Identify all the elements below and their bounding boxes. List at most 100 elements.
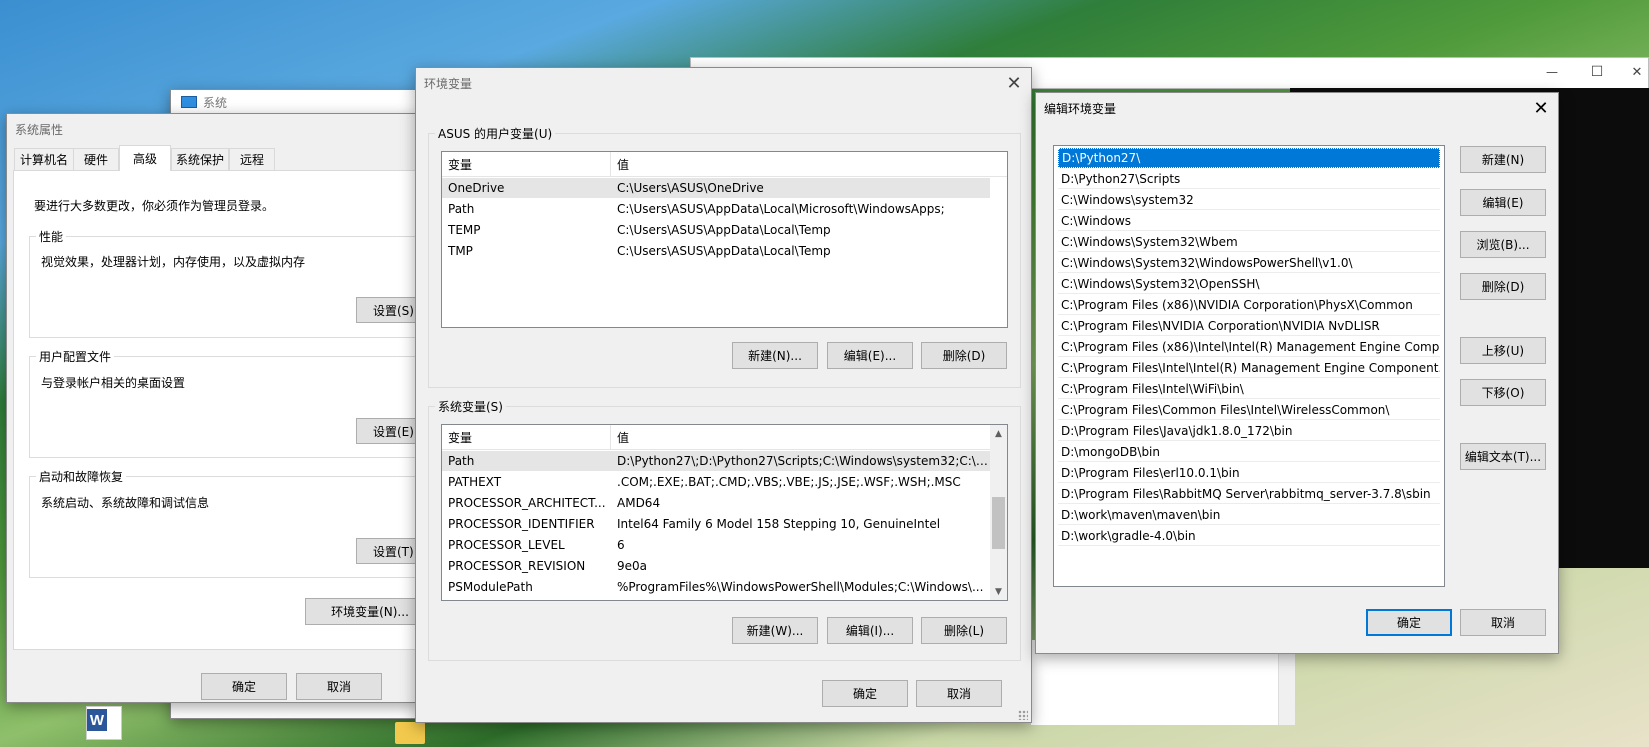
variable-value: 9e0a	[617, 559, 648, 573]
tab-advanced[interactable]: 高级	[119, 145, 171, 171]
edit-cancel-button[interactable]: 取消	[1460, 609, 1546, 636]
scroll-up-icon[interactable]: ▲	[990, 425, 1007, 442]
column-variable[interactable]: 变量	[442, 152, 611, 176]
path-item[interactable]: D:\Python27\Scripts	[1058, 169, 1440, 189]
variable-name: PROCESSOR_REVISION	[448, 559, 586, 573]
list-item[interactable]: TEMP C:\Users\ASUS\AppData\Local\Temp	[442, 220, 1007, 240]
edit-ok-button[interactable]: 确定	[1366, 609, 1452, 636]
path-item[interactable]: C:\Windows\System32\Wbem	[1058, 232, 1440, 252]
variable-name: PROCESSOR_LEVEL	[448, 538, 565, 552]
vertical-scrollbar[interactable]: ▲ ▼	[990, 425, 1007, 600]
variable-value: .COM;.EXE;.BAT;.CMD;.VBS;.VBE;.JS;.JSE;.…	[617, 475, 961, 489]
folder-icon	[395, 722, 425, 744]
startup-recovery-title: 启动和故障恢复	[36, 468, 127, 485]
path-item[interactable]: C:\Program Files\NVIDIA Corporation\NVID…	[1058, 316, 1440, 336]
system-window-title: 系统	[203, 96, 228, 110]
path-item[interactable]: D:\work\maven\maven\bin	[1058, 505, 1440, 525]
path-item[interactable]: C:\Windows\system32	[1058, 190, 1440, 210]
close-icon[interactable]: ✕	[1625, 62, 1649, 82]
user-variables-list[interactable]: 变量 值 OneDrive C:\Users\ASUS\OneDrive Path…	[441, 151, 1008, 328]
list-item[interactable]: PSModulePath %ProgramFiles%\WindowsPowerS…	[442, 577, 990, 597]
startup-recovery-desc: 系统启动、系统故障和调试信息	[41, 496, 210, 510]
variable-name: PROCESSOR_IDENTIFIER	[448, 517, 595, 531]
path-item[interactable]: C:\Program Files\Intel\Intel(R) Manageme…	[1058, 358, 1440, 378]
monitor-icon	[181, 96, 197, 108]
user-variables-title: ASUS 的用户变量(U)	[435, 125, 556, 142]
cancel-button[interactable]: 取消	[296, 673, 382, 700]
variable-value: C:\Users\ASUS\AppData\Local\Microsoft\Wi…	[617, 202, 945, 216]
path-item[interactable]: C:\Windows	[1058, 211, 1440, 231]
system-new-button[interactable]: 新建(W)...	[732, 617, 818, 644]
column-variable[interactable]: 变量	[442, 425, 611, 449]
minimize-icon[interactable]: —	[1540, 62, 1564, 82]
list-item[interactable]: TMP C:\Users\ASUS\AppData\Local\Temp	[442, 241, 1007, 261]
performance-desc: 视觉效果，处理器计划，内存使用，以及虚拟内存	[41, 255, 306, 269]
path-item[interactable]: C:\Program Files\Common Files\Intel\Wire…	[1058, 400, 1440, 420]
variable-name: OneDrive	[448, 181, 505, 195]
path-list[interactable]: D:\Python27\ D:\Python27\Scripts C:\Wind…	[1053, 145, 1445, 587]
user-profile-desc: 与登录帐户相关的桌面设置	[41, 376, 186, 390]
path-item[interactable]: D:\mongoDB\bin	[1058, 442, 1440, 462]
tab-computer-name[interactable]: 计算机名	[14, 148, 74, 170]
list-item[interactable]: PROCESSOR_REVISION 9e0a	[442, 556, 990, 576]
browse-button[interactable]: 浏览(B)...	[1460, 231, 1546, 258]
variable-value: Intel64 Family 6 Model 158 Stepping 10, …	[617, 517, 941, 531]
system-delete-button[interactable]: 删除(L)	[921, 617, 1007, 644]
path-item[interactable]: D:\Program Files\erl10.0.1\bin	[1058, 463, 1440, 483]
scroll-thumb[interactable]	[992, 497, 1005, 549]
column-value[interactable]: 值	[611, 425, 990, 449]
ok-button[interactable]: 确定	[201, 673, 287, 700]
tab-remote[interactable]: 远程	[229, 148, 275, 170]
list-item[interactable]: Path C:\Users\ASUS\AppData\Local\Microsof…	[442, 199, 1007, 219]
new-path-button[interactable]: 新建(N)	[1460, 146, 1546, 173]
system-edit-button[interactable]: 编辑(I)...	[827, 617, 913, 644]
variable-value: D:\Python27\;D:\Python27\Scripts;C:\Wind…	[617, 454, 990, 468]
variable-name: Path	[448, 454, 475, 468]
edit-text-button[interactable]: 编辑文本(T)...	[1460, 443, 1546, 470]
word-icon[interactable]: W	[86, 706, 122, 740]
variable-value: AMD64	[617, 496, 661, 510]
list-item[interactable]: PROCESSOR_LEVEL 6	[442, 535, 990, 555]
variable-value: 6	[617, 538, 625, 552]
scroll-down-icon[interactable]: ▼	[990, 583, 1007, 600]
path-item[interactable]: C:\Program Files\Intel\WiFi\bin\	[1058, 379, 1440, 399]
path-item[interactable]: D:\Python27\	[1058, 148, 1440, 168]
list-item[interactable]: Path D:\Python27\;D:\Python27\Scripts;C:\…	[442, 451, 990, 471]
variable-name: Path	[448, 202, 475, 216]
path-item[interactable]: C:\Program Files (x86)\NVIDIA Corporatio…	[1058, 295, 1440, 315]
variable-value: C:\Users\ASUS\AppData\Local\Temp	[617, 223, 831, 237]
edit-path-button[interactable]: 编辑(E)	[1460, 189, 1546, 216]
close-icon[interactable]: ✕	[1524, 93, 1558, 123]
env-ok-button[interactable]: 确定	[822, 680, 908, 707]
list-item[interactable]: PROCESSOR_ARCHITECT... AMD64	[442, 493, 990, 513]
user-new-button[interactable]: 新建(N)...	[732, 342, 818, 369]
list-item[interactable]: PROCESSOR_IDENTIFIER Intel64 Family 6 Mod…	[442, 514, 990, 534]
path-item[interactable]: C:\Windows\System32\OpenSSH\	[1058, 274, 1440, 294]
path-item[interactable]: D:\Program Files\RabbitMQ Server\rabbitm…	[1058, 484, 1440, 504]
path-item[interactable]: C:\Program Files (x86)\Intel\Intel(R) Ma…	[1058, 337, 1440, 357]
variable-name: TEMP	[448, 223, 481, 237]
delete-path-button[interactable]: 删除(D)	[1460, 273, 1546, 300]
env-cancel-button[interactable]: 取消	[916, 680, 1002, 707]
list-item[interactable]: PATHEXT .COM;.EXE;.BAT;.CMD;.VBS;.VBE;.JS…	[442, 472, 990, 492]
user-delete-button[interactable]: 删除(D)	[921, 342, 1007, 369]
column-value[interactable]: 值	[611, 152, 1007, 176]
user-edit-button[interactable]: 编辑(E)...	[827, 342, 913, 369]
system-variables-title: 系统变量(S)	[435, 398, 506, 415]
path-item[interactable]: D:\Program Files\Java\jdk1.8.0_172\bin	[1058, 421, 1440, 441]
path-item[interactable]: D:\work\gradle-4.0\bin	[1058, 526, 1440, 546]
variable-name: TMP	[448, 244, 473, 258]
user-profile-title: 用户配置文件	[36, 348, 115, 365]
tab-hardware[interactable]: 硬件	[73, 148, 119, 170]
path-item[interactable]: C:\Windows\System32\WindowsPowerShell\v1…	[1058, 253, 1440, 273]
performance-title: 性能	[36, 228, 67, 245]
maximize-icon[interactable]: ☐	[1585, 62, 1609, 82]
list-item[interactable]: OneDrive C:\Users\ASUS\OneDrive	[442, 178, 990, 198]
move-up-button[interactable]: 上移(U)	[1460, 337, 1546, 364]
move-down-button[interactable]: 下移(O)	[1460, 379, 1546, 406]
tab-system-protection[interactable]: 系统保护	[171, 148, 229, 170]
system-variables-list[interactable]: 变量 值 Path D:\Python27\;D:\Python27\Script…	[441, 424, 1008, 601]
list-header: 变量 值	[442, 152, 1007, 177]
close-icon[interactable]: ✕	[997, 68, 1031, 98]
resize-grip-icon[interactable]	[1018, 710, 1028, 720]
